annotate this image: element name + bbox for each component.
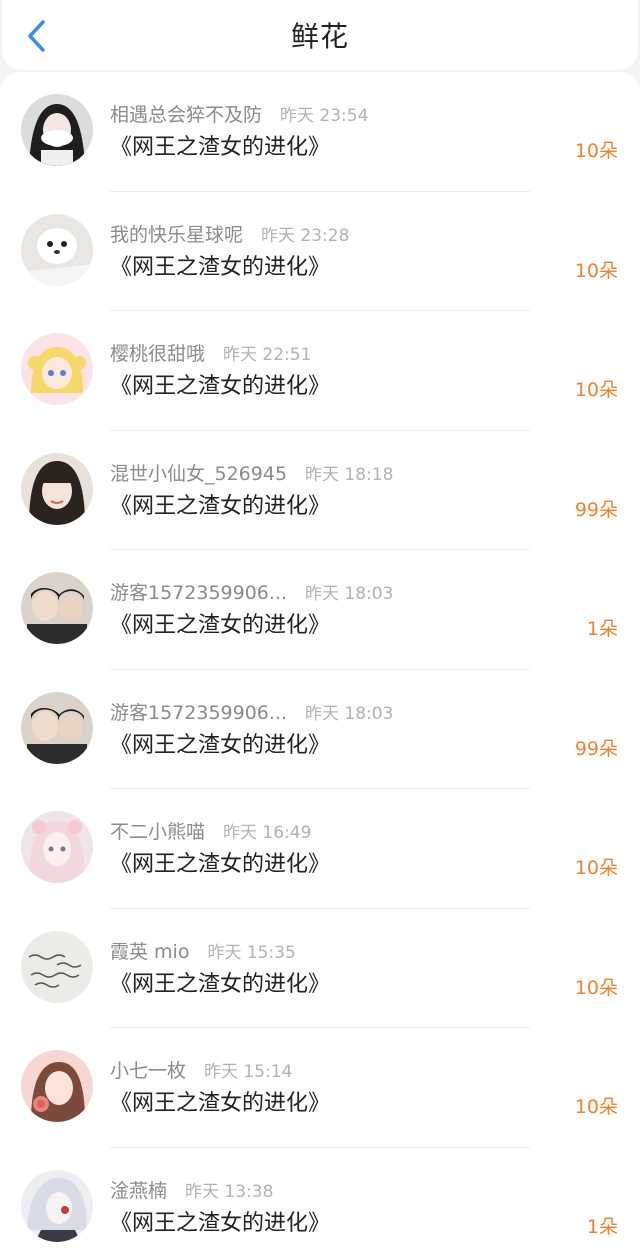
username: 淦燕楠 — [110, 1179, 168, 1202]
book-title: 《网王之渣女的进化》 — [110, 135, 331, 160]
user-avatar[interactable] — [21, 333, 93, 405]
book-title: 《网王之渣女的进化》 — [110, 1210, 331, 1236]
username: 小七一枚 — [110, 1060, 187, 1082]
book-title: 《网王之渣女的进化》 — [110, 852, 331, 877]
page-title: 鲜花 — [290, 20, 349, 53]
timestamp: 昨天 22:51 — [223, 345, 312, 365]
record-row[interactable]: 淦燕楠 昨天 13:38 《网王之渣女的进化》 1朵 — [0, 1148, 640, 1260]
timestamp: 昨天 15:35 — [207, 942, 296, 963]
username: 游客1572359906... — [110, 582, 288, 604]
username: 不二小熊喵 — [110, 821, 206, 843]
user-avatar[interactable] — [21, 213, 93, 286]
record-row[interactable]: 樱桃很甜哦 昨天 22:51 《网王之渣女的进化》 10朵 — [0, 311, 640, 431]
flower-count: 1朵 — [586, 618, 618, 640]
nav-bar: 鲜花 — [2, 0, 638, 70]
record-row[interactable]: 不二小熊喵 昨天 16:49 《网王之渣女的进化》 10朵 — [0, 789, 640, 909]
flower-count: 10朵 — [574, 1096, 618, 1118]
record-row[interactable]: 霞英 mio 昨天 15:35 《网王之渣女的进化》 10朵 — [0, 909, 640, 1028]
book-title: 《网王之渣女的进化》 — [110, 493, 331, 519]
timestamp: 昨天 23:28 — [261, 225, 350, 246]
user-avatar[interactable] — [21, 811, 93, 883]
record-row[interactable]: 游客1572359906... 昨天 18:03 《网王之渣女的进化》 99朵 — [0, 670, 640, 789]
username: 混世小仙女_526945 — [110, 462, 288, 485]
flower-count: 10朵 — [574, 140, 618, 162]
username: 游客1572359906... — [110, 701, 288, 724]
flower-count: 10朵 — [574, 976, 618, 999]
flower-count: 1朵 — [586, 1215, 618, 1238]
user-avatar[interactable] — [21, 572, 93, 644]
book-title: 《网王之渣女的进化》 — [110, 1091, 331, 1116]
record-row[interactable]: 小七一枚 昨天 15:14 《网王之渣女的进化》 10朵 — [0, 1028, 640, 1148]
user-avatar[interactable] — [21, 94, 93, 166]
timestamp: 昨天 16:49 — [223, 823, 312, 843]
flower-count: 10朵 — [574, 857, 618, 879]
book-title: 《网王之渣女的进化》 — [110, 732, 331, 758]
record-row[interactable]: 我的快乐星球呢 昨天 23:28 《网王之渣女的进化》 10朵 — [0, 192, 640, 311]
book-title: 《网王之渣女的进化》 — [110, 971, 331, 997]
flower-count: 10朵 — [574, 259, 618, 282]
user-avatar[interactable] — [21, 452, 93, 525]
user-avatar[interactable] — [21, 1050, 93, 1122]
username: 樱桃很甜哦 — [110, 343, 206, 365]
record-row[interactable]: 相遇总会猝不及防 昨天 23:54 《网王之渣女的进化》 10朵 — [0, 72, 640, 192]
record-row[interactable]: 游客1572359906... 昨天 18:03 《网王之渣女的进化》 1朵 — [0, 550, 640, 670]
timestamp: 昨天 15:14 — [204, 1062, 293, 1082]
user-avatar[interactable] — [21, 691, 93, 764]
timestamp: 昨天 23:54 — [280, 106, 369, 126]
timestamp: 昨天 18:03 — [305, 703, 394, 724]
book-title: 《网王之渣女的进化》 — [110, 613, 331, 638]
flower-count: 99朵 — [574, 737, 618, 760]
timestamp: 昨天 18:03 — [305, 584, 394, 604]
username: 霞英 mio — [110, 940, 190, 963]
flower-count: 99朵 — [574, 498, 618, 521]
flower-count: 10朵 — [574, 379, 618, 401]
user-avatar[interactable] — [21, 1169, 93, 1242]
book-title: 《网王之渣女的进化》 — [110, 374, 331, 399]
username: 相遇总会猝不及防 — [110, 104, 263, 126]
timestamp: 昨天 18:18 — [305, 464, 394, 485]
book-title: 《网王之渣女的进化》 — [110, 254, 331, 280]
timestamp: 昨天 13:38 — [185, 1181, 274, 1202]
flower-record-list: 相遇总会猝不及防 昨天 23:54 《网王之渣女的进化》 10朵 我的快乐星球呢… — [0, 72, 640, 1260]
user-avatar[interactable] — [21, 930, 93, 1003]
record-row[interactable]: 混世小仙女_526945 昨天 18:18 《网王之渣女的进化》 99朵 — [0, 431, 640, 550]
username: 我的快乐星球呢 — [110, 223, 244, 246]
